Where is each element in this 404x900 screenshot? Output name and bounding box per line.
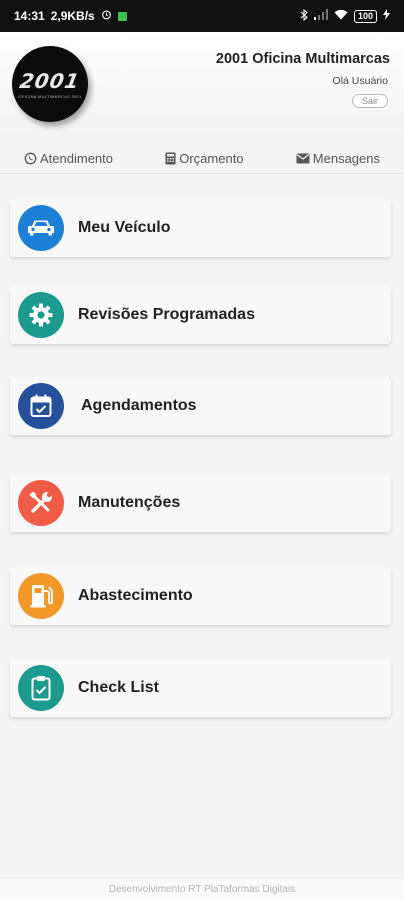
menu-item-label: Revisões Programadas: [78, 306, 255, 323]
menu-item-label: Agendamentos: [81, 397, 197, 414]
footer-text: Desenvolvimento RT PlaTaformas Digitais: [108, 884, 296, 895]
notification-icon: [117, 11, 127, 21]
menu-item-revisoes-programadas[interactable]: Revisões Programadas: [10, 286, 391, 344]
clipboard-check-icon: [18, 665, 64, 711]
logout-button[interactable]: Sair: [351, 94, 388, 108]
menu-item-label: Check List: [78, 679, 159, 696]
car-icon: [18, 205, 64, 251]
fuel-pump-icon: [18, 573, 64, 619]
menu-item-agendamentos[interactable]: Agendamentos: [10, 377, 391, 435]
menu-item-label: Abastecimento: [78, 587, 193, 604]
charging-icon: [383, 9, 390, 23]
gear-icon: [18, 292, 64, 338]
footer: Desenvolvimento RT PlaTaformas Digitais: [0, 878, 404, 900]
shop-logo: 2001 OFICINA MULTIMARCAS 2001: [12, 46, 88, 122]
wifi-icon: [334, 9, 348, 23]
menu-item-meu-veiculo[interactable]: Meu Veículo: [10, 199, 391, 257]
user-greeting: Olá Usuário: [332, 75, 388, 87]
status-speed: 2,9KB/s: [50, 9, 95, 23]
tab-label: Orçamento: [179, 151, 244, 166]
menu-item-abastecimento[interactable]: Abastecimento: [10, 567, 391, 625]
tab-atendimento[interactable]: Atendimento: [24, 151, 113, 166]
quick-actions-bar: Atendimento Orçamento Mensagens: [0, 144, 404, 174]
tab-orcamento[interactable]: Orçamento: [165, 151, 244, 166]
status-time: 14:31: [14, 9, 45, 23]
shop-name: 2001 Oficina Multimarcas: [215, 51, 390, 67]
tab-label: Atendimento: [40, 151, 113, 166]
bluetooth-icon: [300, 8, 308, 24]
menu-item-label: Meu Veículo: [78, 219, 171, 236]
signal-icon: [313, 9, 328, 23]
logo-text: 2001: [18, 69, 82, 93]
tab-label: Mensagens: [312, 151, 380, 166]
menu-item-manutencoes[interactable]: Manutenções: [10, 474, 391, 532]
calendar-check-icon: [18, 383, 64, 429]
menu-item-check-list[interactable]: Check List: [10, 659, 391, 717]
calculator-icon: [165, 152, 176, 165]
envelope-icon: [296, 153, 310, 164]
battery-indicator: 100: [353, 9, 377, 23]
alarm-icon: [101, 9, 112, 23]
app-header: 2001 OFICINA MULTIMARCAS 2001 2001 Ofici…: [0, 32, 404, 144]
tab-mensagens[interactable]: Mensagens: [296, 151, 380, 166]
status-bar: 14:31 2,9KB/s 100: [0, 0, 404, 32]
tools-icon: [18, 480, 64, 526]
menu-item-label: Manutenções: [78, 494, 181, 511]
whatsapp-icon: [24, 152, 37, 165]
logo-subtext: OFICINA MULTIMARCAS 2001: [18, 94, 82, 99]
